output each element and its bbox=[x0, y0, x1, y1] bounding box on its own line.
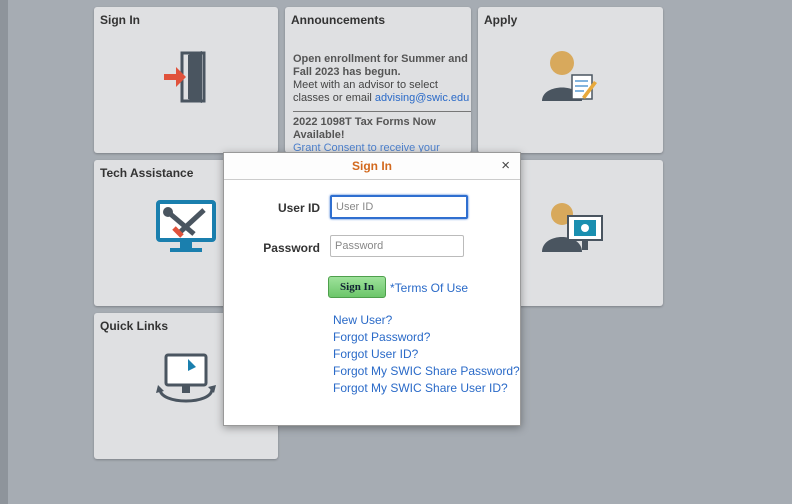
password-label: Password bbox=[263, 241, 320, 255]
dialog-title: Sign In bbox=[352, 159, 392, 173]
computer-click-icon bbox=[156, 353, 216, 403]
scholarship-presenter-icon bbox=[542, 203, 603, 252]
forgot-user-id-link[interactable]: Forgot User ID? bbox=[333, 347, 418, 361]
announcement-headline: Open enrollment for Summer and Fall 2023… bbox=[293, 53, 468, 78]
left-edge-strip bbox=[0, 0, 8, 504]
tools-monitor-icon bbox=[156, 200, 216, 252]
terms-of-use-link[interactable]: *Terms Of Use bbox=[390, 281, 468, 295]
dialog-header: Sign In × bbox=[224, 153, 520, 180]
announcement-body: Open enrollment for Summer and Fall 2023… bbox=[293, 53, 471, 153]
sign-in-button[interactable]: Sign In bbox=[328, 276, 386, 298]
password-input[interactable] bbox=[330, 235, 464, 257]
door-enter-icon bbox=[164, 51, 206, 103]
terms-of-use-text[interactable]: Terms Of Use bbox=[395, 281, 468, 295]
tile-title: Announcements bbox=[291, 13, 386, 27]
announcement-text: Meet with an advisor to select classes o… bbox=[293, 79, 470, 104]
applicant-form-icon bbox=[542, 51, 597, 101]
tile-title: Tech Assistance bbox=[100, 166, 194, 180]
tile-sign-in[interactable]: Sign In bbox=[94, 7, 278, 153]
user-id-input[interactable] bbox=[330, 195, 468, 219]
user-id-label: User ID bbox=[277, 201, 320, 215]
tile-apply[interactable]: Apply bbox=[478, 7, 663, 153]
tile-title: Sign In bbox=[100, 13, 140, 27]
tile-title: Quick Links bbox=[100, 319, 169, 333]
announcement-divider bbox=[293, 111, 471, 112]
tile-title: Apply bbox=[484, 13, 518, 27]
tile-announcements[interactable]: Announcements Open enrollment for Summer… bbox=[285, 7, 471, 153]
advising-email-link[interactable]: advising@swic.edu bbox=[375, 92, 469, 104]
forgot-password-link[interactable]: Forgot Password? bbox=[333, 330, 430, 344]
sign-in-dialog: Sign In × User ID Password Sign In *Term… bbox=[223, 152, 521, 426]
forgot-swic-share-password-link[interactable]: Forgot My SWIC Share Password? bbox=[333, 364, 520, 378]
new-user-link[interactable]: New User? bbox=[333, 313, 392, 327]
forgot-swic-share-user-id-link[interactable]: Forgot My SWIC Share User ID? bbox=[333, 381, 508, 395]
close-icon[interactable]: × bbox=[501, 157, 510, 174]
announcement-headline-2: 2022 1098T Tax Forms Now Available! bbox=[293, 116, 436, 141]
